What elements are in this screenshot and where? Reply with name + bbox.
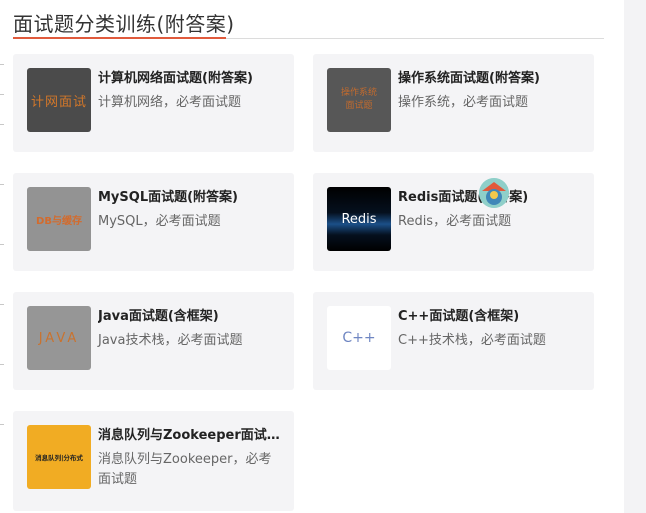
thumbnail-text: 操作系统 面试题 xyxy=(340,88,377,111)
right-gutter xyxy=(624,0,646,513)
card-description: 消息队列与Zookeeper，必考面试题 xyxy=(98,452,272,487)
card-description: MySQL，必考面试题 xyxy=(98,214,221,229)
card-thumbnail: JAVA xyxy=(27,306,91,370)
avatar[interactable] xyxy=(479,178,509,208)
section-title: 面试题分类训练(附答案) xyxy=(13,12,235,36)
thumbnail-text: DB与缓存 xyxy=(36,215,82,227)
card-description: 操作系统，必考面试题 xyxy=(398,95,529,110)
thumbnail-text: 计网面试 xyxy=(30,94,87,110)
card-title[interactable]: 消息队列与Zookeeper面试题(附答案) xyxy=(98,424,288,443)
card-title[interactable]: 操作系统面试题(附答案) xyxy=(398,67,588,86)
card-title[interactable]: Java面试题(含框架) xyxy=(98,305,288,324)
card-thumbnail: 计网面试 xyxy=(27,68,91,132)
card-message-queue[interactable]: 消息队列|分布式 消息队列与Zookeeper面试题(附答案) 消息队列与Zoo… xyxy=(13,411,294,511)
card-title[interactable]: 计算机网络面试题(附答案) xyxy=(98,67,288,86)
card-thumbnail: C++ xyxy=(327,306,391,370)
avatar-icon xyxy=(479,178,509,208)
card-description: 计算机网络，必考面试题 xyxy=(98,95,242,110)
card-description: Redis，必考面试题 xyxy=(398,214,512,229)
card-cpp[interactable]: C++ C++面试题(含框架) C++技术栈，必考面试题 xyxy=(313,292,594,390)
thumbnail-text: 消息队列|分布式 xyxy=(35,454,83,462)
card-mysql[interactable]: DB与缓存 MySQL面试题(附答案) MySQL，必考面试题 xyxy=(13,173,294,271)
card-description: C++技术栈，必考面试题 xyxy=(398,333,546,348)
title-underline xyxy=(13,37,226,39)
card-title[interactable]: MySQL面试题(附答案) xyxy=(98,186,288,205)
card-thumbnail: 操作系统 面试题 xyxy=(327,68,391,132)
card-thumbnail: Redis xyxy=(327,187,391,251)
thumbnail-text: JAVA xyxy=(38,330,80,346)
card-redis[interactable]: Redis Redis面试题(附答案) Redis，必考面试题 xyxy=(313,173,594,271)
thumbnail-text: Redis xyxy=(341,211,377,227)
card-java[interactable]: JAVA Java面试题(含框架) Java技术栈，必考面试题 xyxy=(13,292,294,390)
card-title[interactable]: C++面试题(含框架) xyxy=(398,305,588,324)
card-description: Java技术栈，必考面试题 xyxy=(98,333,243,348)
card-thumbnail: DB与缓存 xyxy=(27,187,91,251)
card-operating-system[interactable]: 操作系统 面试题 操作系统面试题(附答案) 操作系统，必考面试题 xyxy=(313,54,594,152)
card-computer-network[interactable]: 计网面试 计算机网络面试题(附答案) 计算机网络，必考面试题 xyxy=(13,54,294,152)
card-thumbnail: 消息队列|分布式 xyxy=(27,425,91,489)
thumbnail-text: C++ xyxy=(342,330,376,346)
